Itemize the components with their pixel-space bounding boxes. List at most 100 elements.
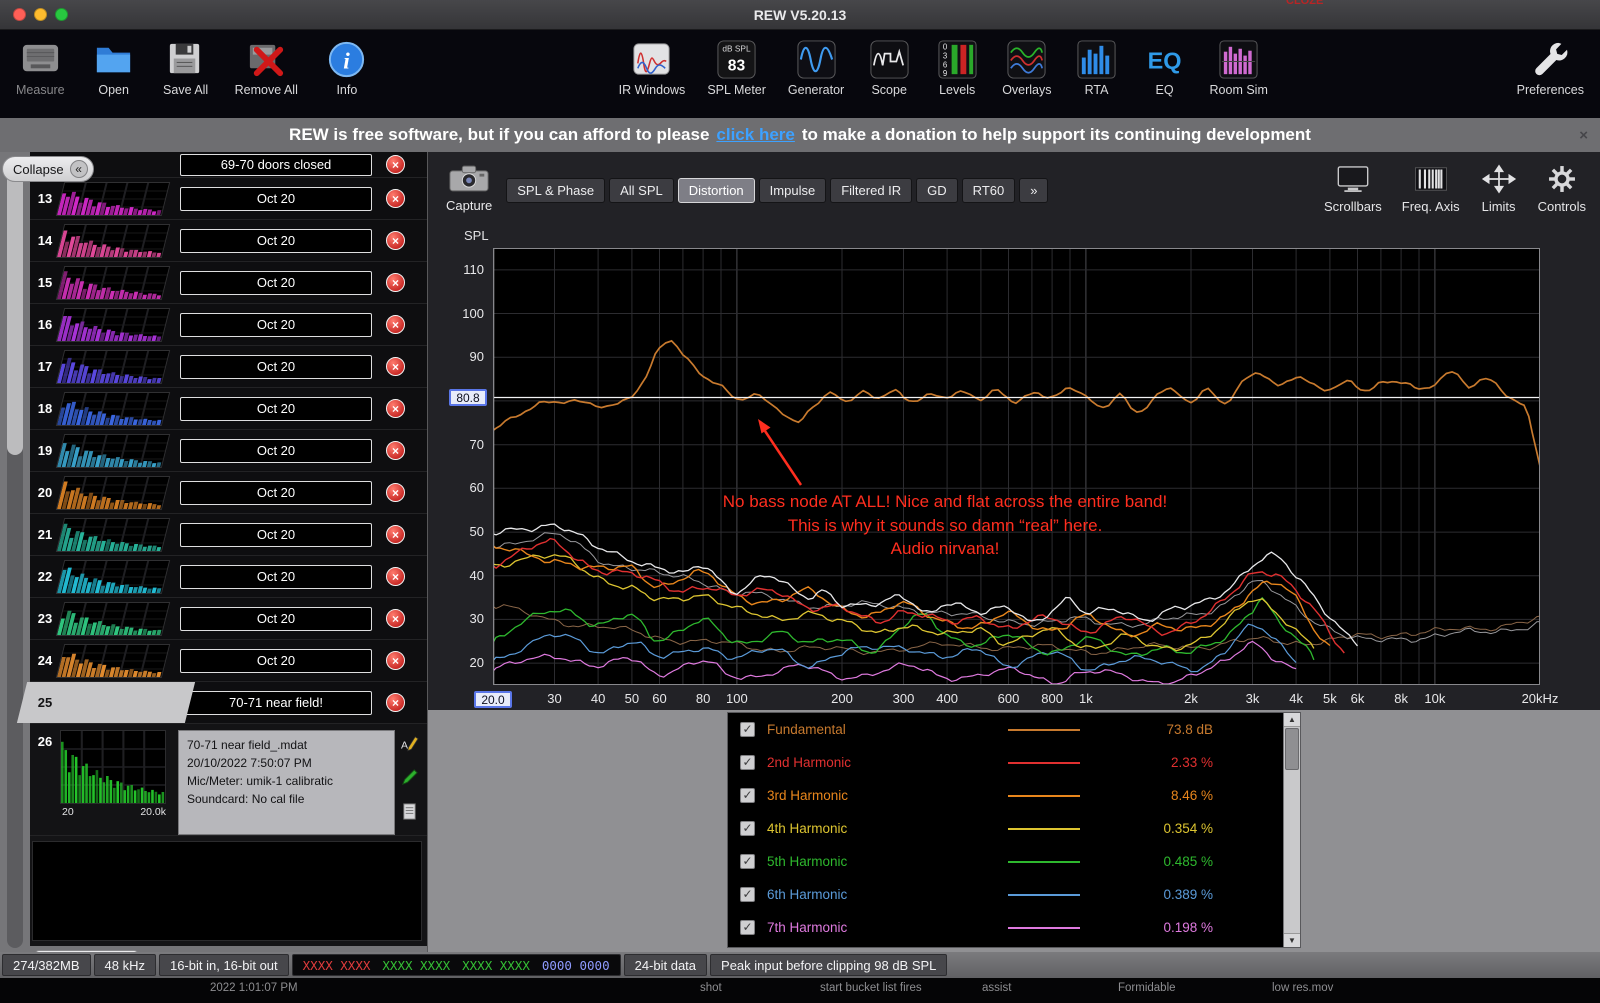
toolbar-generator[interactable]: Generator xyxy=(788,36,844,97)
delete-measurement-button[interactable]: × xyxy=(386,483,405,502)
measurement-name-field[interactable]: Oct 20 xyxy=(180,397,372,421)
toolbar-measure[interactable]: Measure xyxy=(16,36,65,97)
delete-measurement-button[interactable]: × xyxy=(386,357,405,376)
measurement-name-field[interactable]: Oct 20 xyxy=(180,565,372,589)
legend-row-4th-harmonic[interactable]: ✓4th Harmonic0.354 % xyxy=(728,812,1283,845)
measurement-name-field[interactable]: Oct 20 xyxy=(180,607,372,631)
pencil-icon[interactable] xyxy=(400,768,419,792)
measurement-row-13[interactable]: 13Oct 20× xyxy=(30,178,427,220)
tab-distortion[interactable]: Distortion xyxy=(678,178,755,203)
checkbox-checked-icon[interactable]: ✓ xyxy=(740,755,755,770)
toolbar-spl-meter[interactable]: dB SPL83SPL Meter xyxy=(707,36,766,97)
measurement-row-16[interactable]: 16Oct 20× xyxy=(30,304,427,346)
measurement-name-field[interactable]: Oct 20 xyxy=(180,649,372,673)
delete-measurement-button[interactable]: × xyxy=(386,399,405,418)
zoom-window-button[interactable] xyxy=(55,8,68,21)
toolbar-open[interactable]: Open xyxy=(91,36,137,97)
measurement-row-17[interactable]: 17Oct 20× xyxy=(30,346,427,388)
measurement-name-field[interactable]: Oct 20 xyxy=(180,271,372,295)
measurement-name-field[interactable]: 70-71 near field! xyxy=(180,691,372,715)
tab-filtered-ir[interactable]: Filtered IR xyxy=(830,178,912,203)
toolbar-levels[interactable]: 0369Levels xyxy=(934,36,980,97)
checkbox-checked-icon[interactable]: ✓ xyxy=(740,722,755,737)
legend-row-7th-harmonic[interactable]: ✓7th Harmonic0.198 % xyxy=(728,911,1283,944)
measurement-name-field[interactable]: 69-70 doors closed xyxy=(180,154,372,176)
notes-icon[interactable] xyxy=(400,802,419,826)
measurement-row-22[interactable]: 22Oct 20× xyxy=(30,556,427,598)
tab-impulse[interactable]: Impulse xyxy=(759,178,827,203)
delete-measurement-button[interactable]: × xyxy=(386,189,405,208)
delete-measurement-button[interactable]: × xyxy=(386,441,405,460)
delete-measurement-button[interactable]: × xyxy=(386,273,405,292)
pencil-a-icon[interactable]: A xyxy=(400,734,419,758)
delete-measurement-button[interactable]: × xyxy=(386,651,405,670)
toolbar-info[interactable]: iInfo xyxy=(324,36,370,97)
legend-row-5th-harmonic[interactable]: ✓5th Harmonic0.485 % xyxy=(728,845,1283,878)
delete-measurement-button[interactable]: × xyxy=(386,693,405,712)
legend-row-6th-harmonic[interactable]: ✓6th Harmonic0.389 % xyxy=(728,878,1283,911)
toolbar-eq[interactable]: EQEQ xyxy=(1142,36,1188,97)
banner-close-icon[interactable]: × xyxy=(1579,127,1588,144)
measurement-row-18[interactable]: 18Oct 20× xyxy=(30,388,427,430)
tab-spl-phase[interactable]: SPL & Phase xyxy=(506,178,605,203)
measurement-row-20[interactable]: 20Oct 20× xyxy=(30,472,427,514)
scrollbar-thumb[interactable] xyxy=(1285,728,1299,770)
measurement-name-field[interactable]: Oct 20 xyxy=(180,355,372,379)
measurement-name-field[interactable]: Oct 20 xyxy=(180,229,372,253)
generator-icon xyxy=(793,36,839,82)
measurement-row-14[interactable]: 14Oct 20× xyxy=(30,220,427,262)
legend-scrollbar[interactable]: ▲ ▼ xyxy=(1283,713,1300,947)
toolbar-overlays[interactable]: Overlays xyxy=(1002,36,1051,97)
checkbox-checked-icon[interactable]: ✓ xyxy=(740,788,755,803)
measurement-name-field[interactable]: Oct 20 xyxy=(180,481,372,505)
delete-measurement-button[interactable]: × xyxy=(386,155,405,174)
minimize-window-button[interactable] xyxy=(34,8,47,21)
scroll-down-icon[interactable]: ▼ xyxy=(1284,933,1300,947)
measurement-name-field[interactable]: Oct 20 xyxy=(180,313,372,337)
measurement-name-field[interactable]: Oct 20 xyxy=(180,439,372,463)
measurement-row-24[interactable]: 24Oct 20× xyxy=(30,640,427,682)
controls-button[interactable]: Controls xyxy=(1538,164,1586,214)
capture-button[interactable]: Capture xyxy=(446,164,492,213)
donation-link[interactable]: click here xyxy=(716,125,794,145)
freq-axis-button[interactable]: Freq. Axis xyxy=(1402,164,1460,214)
delete-measurement-button[interactable]: × xyxy=(386,315,405,334)
toolbar-room-sim[interactable]: Room Sim xyxy=(1210,36,1268,97)
tab-all-spl[interactable]: All SPL xyxy=(609,178,674,203)
toolbar-preferences[interactable]: Preferences xyxy=(1517,36,1584,97)
toolbar-save-all[interactable]: Save All xyxy=(163,36,209,97)
distortion-chart[interactable] xyxy=(493,248,1540,685)
tab-gd[interactable]: GD xyxy=(916,178,958,203)
limits-button[interactable]: Limits xyxy=(1480,164,1518,214)
scroll-up-icon[interactable]: ▲ xyxy=(1284,713,1300,727)
measurement-name-field[interactable]: Oct 20 xyxy=(180,187,372,211)
legend-row-3rd-harmonic[interactable]: ✓3rd Harmonic8.46 % xyxy=(728,779,1283,812)
checkbox-checked-icon[interactable]: ✓ xyxy=(740,920,755,935)
checkbox-checked-icon[interactable]: ✓ xyxy=(740,887,755,902)
collapse-sidebar-button[interactable]: Collapse « xyxy=(2,156,94,182)
measurement-row-21[interactable]: 21Oct 20× xyxy=(30,514,427,556)
toolbar-remove-all[interactable]: Remove All xyxy=(235,36,298,97)
measurement-row-15[interactable]: 15Oct 20× xyxy=(30,262,427,304)
delete-measurement-button[interactable]: × xyxy=(386,231,405,250)
measurement-row-25[interactable]: 2570-71 near field!× xyxy=(30,682,427,724)
delete-measurement-button[interactable]: × xyxy=(386,567,405,586)
sidebar-scrollbar[interactable] xyxy=(0,152,30,952)
measurement-row-19[interactable]: 19Oct 20× xyxy=(30,430,427,472)
checkbox-checked-icon[interactable]: ✓ xyxy=(740,854,755,869)
delete-measurement-button[interactable]: × xyxy=(386,525,405,544)
toolbar-rta[interactable]: RTA xyxy=(1074,36,1120,97)
scrollbars-button[interactable]: Scrollbars xyxy=(1324,164,1382,214)
legend-row-fundamental[interactable]: ✓Fundamental73.8 dB xyxy=(728,713,1283,746)
toolbar-scope[interactable]: Scope xyxy=(866,36,912,97)
close-window-button[interactable] xyxy=(13,8,26,21)
legend-row-2nd-harmonic[interactable]: ✓2nd Harmonic2.33 % xyxy=(728,746,1283,779)
tab-rt60[interactable]: RT60 xyxy=(962,178,1016,203)
tab-item[interactable]: » xyxy=(1019,178,1048,203)
measurement-name-field[interactable]: Oct 20 xyxy=(180,523,372,547)
delete-measurement-button[interactable]: × xyxy=(386,609,405,628)
toolbar-ir-windows[interactable]: IR Windows xyxy=(619,36,686,97)
checkbox-checked-icon[interactable]: ✓ xyxy=(740,821,755,836)
measurement-row-23[interactable]: 23Oct 20× xyxy=(30,598,427,640)
scrollbar-thumb[interactable] xyxy=(7,165,23,455)
